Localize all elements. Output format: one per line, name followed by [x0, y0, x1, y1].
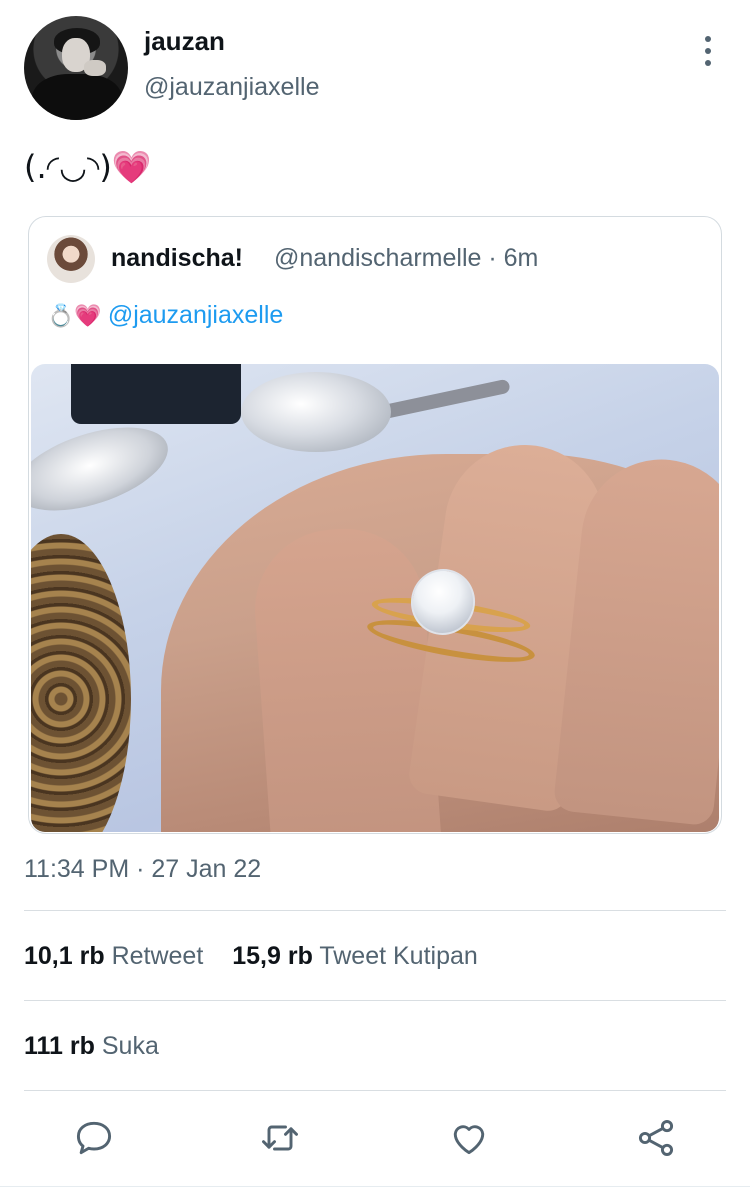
- author-display-name[interactable]: jauzan: [144, 26, 225, 57]
- quoted-handle-time: @nandischarmelle · 6m: [274, 244, 539, 272]
- divider: [24, 910, 726, 911]
- tweet-body: (.◜◡◝): [24, 148, 112, 186]
- heart-emoji: 💗: [74, 304, 102, 329]
- divider: [24, 1000, 726, 1001]
- heart-emoji: 💗: [111, 148, 152, 186]
- action-bar: [0, 1108, 750, 1168]
- retweet-stats-row: 10,1 rb Retweet 15,9 rb Tweet Kutipan: [24, 942, 500, 971]
- author-handle[interactable]: @jauzanjiaxelle: [144, 73, 319, 102]
- quoted-text: 💍💗 @jauzanjiaxelle: [47, 301, 283, 330]
- retweets-label: Retweet: [111, 942, 204, 970]
- like-button[interactable]: [447, 1116, 491, 1160]
- quoted-author-avatar[interactable]: [47, 235, 95, 283]
- quoted-display-name: nandischa!: [111, 244, 243, 272]
- likes-label: Suka: [101, 1032, 159, 1060]
- bottom-divider: [0, 1186, 750, 1187]
- likes-stats-row: 111 rb Suka: [24, 1032, 181, 1061]
- divider: [24, 1090, 726, 1091]
- author-avatar[interactable]: [24, 16, 128, 120]
- retweet-icon: [262, 1125, 298, 1151]
- reply-icon: [76, 1121, 112, 1155]
- retweets-count: 10,1 rb: [24, 942, 105, 970]
- likes-count: 111 rb: [24, 1032, 95, 1060]
- tweet-header: jauzan @jauzanjiaxelle: [24, 16, 726, 122]
- more-vertical-icon: [705, 36, 711, 42]
- share-icon: [638, 1120, 674, 1156]
- quotes-label: Tweet Kutipan: [319, 942, 478, 970]
- heart-icon: [453, 1125, 485, 1155]
- retweet-button[interactable]: [258, 1116, 302, 1160]
- tweet-text: (.◜◡◝)💗: [24, 148, 152, 186]
- retweets-stat[interactable]: 10,1 rb Retweet: [24, 942, 203, 970]
- quoted-photo[interactable]: [31, 364, 719, 832]
- likes-stat[interactable]: 111 rb Suka: [24, 1032, 159, 1060]
- reply-button[interactable]: [72, 1116, 116, 1160]
- quoted-tweet[interactable]: nandischa! @nandischarmelle · 6m 💍💗 @jauz…: [28, 216, 722, 834]
- mention-link[interactable]: @jauzanjiaxelle: [108, 301, 283, 329]
- quotes-count: 15,9 rb: [232, 942, 313, 970]
- share-button[interactable]: [634, 1116, 678, 1160]
- more-options-button[interactable]: [698, 36, 718, 66]
- ring-emoji: 💍: [47, 304, 75, 329]
- quotes-stat[interactable]: 15,9 rb Tweet Kutipan: [232, 942, 478, 970]
- tweet-timestamp[interactable]: 11:34 PM · 27 Jan 22: [24, 855, 261, 884]
